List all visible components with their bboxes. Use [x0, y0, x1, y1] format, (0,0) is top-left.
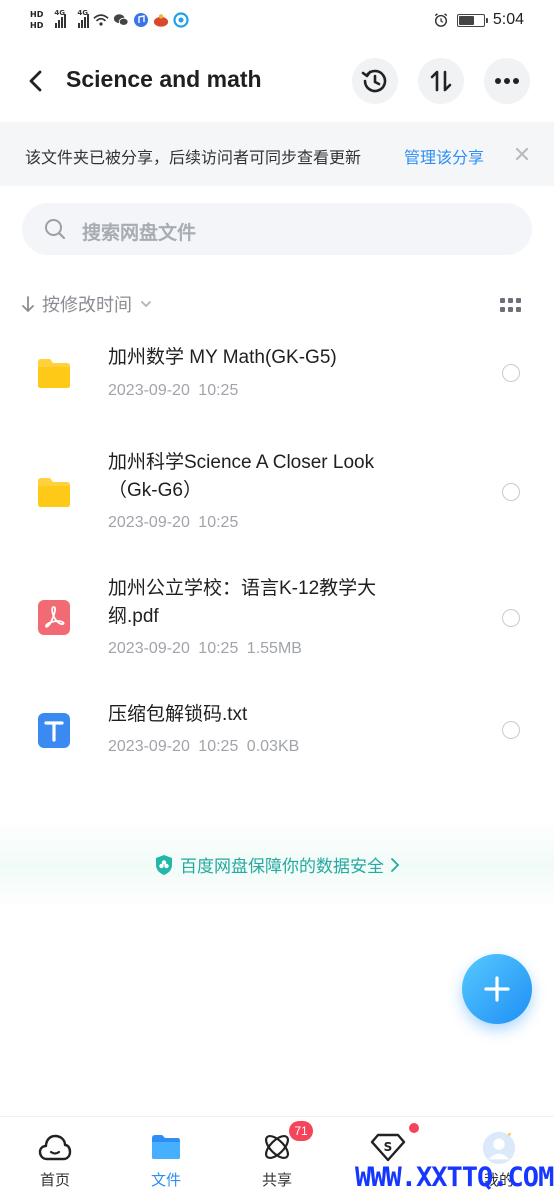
hd-label-1: HD — [30, 10, 44, 19]
file-time: 10:25 — [198, 738, 239, 755]
grid-icon — [500, 298, 505, 303]
chevron-down-icon — [141, 301, 151, 308]
file-name: 加州数学 MY Math(GK-G5) — [108, 347, 337, 368]
file-name: 加州科学Science A Closer Look（Gk-G6） — [108, 452, 375, 501]
file-meta: 2023-09-20 10:25 0.03KB — [108, 738, 299, 756]
select-checkbox[interactable] — [502, 364, 520, 382]
more-button[interactable] — [484, 58, 530, 104]
avatar-icon — [481, 1129, 517, 1165]
safety-text: 百度网盘保障你的数据安全 — [180, 857, 384, 877]
manage-share-link[interactable]: 管理该分享 — [404, 144, 484, 168]
file-time: 10:25 — [198, 514, 239, 531]
file-meta: 2023-09-20 10:25 1.55MB — [108, 640, 302, 658]
safety-banner[interactable]: 百度网盘保障你的数据安全 — [0, 820, 554, 910]
tab-label: 共享 — [261, 1171, 292, 1189]
folder-icon — [38, 359, 70, 388]
search-input[interactable]: 搜索网盘文件 — [22, 203, 532, 255]
file-date: 2023-09-20 — [108, 738, 190, 755]
close-icon — [515, 147, 529, 161]
wifi-icon — [93, 12, 109, 28]
share-banner: 该文件夹已被分享，后续访问者可同步查看更新 管理该分享 — [0, 122, 554, 186]
sort-selector[interactable]: 按修改时间 — [22, 288, 152, 320]
history-button[interactable] — [352, 58, 398, 104]
more-dots-icon — [495, 78, 519, 84]
share-badge: 71 — [289, 1121, 313, 1141]
status-bar: HD HD 4G 4G 5:04 — [0, 0, 554, 40]
file-date: 2023-09-20 — [108, 382, 190, 399]
shield-icon — [156, 854, 172, 875]
add-button[interactable] — [462, 954, 532, 1024]
network-label-2: 4G — [77, 9, 88, 17]
hd-label-2: HD — [30, 21, 44, 30]
sort-down-arrow-icon — [22, 296, 34, 312]
watermark: WWW.XXTTQ.COM — [355, 1162, 554, 1193]
file-date: 2023-09-20 — [108, 640, 190, 657]
select-checkbox[interactable] — [502, 483, 520, 501]
list-item[interactable]: 加州公立学校：语言K-12教学大纲.pdf 2023-09-20 10:25 1… — [0, 566, 554, 676]
safety-line: 百度网盘保障你的数据安全 — [0, 852, 554, 877]
back-arrow-icon — [29, 70, 42, 92]
file-size: 0.03KB — [246, 738, 300, 755]
pdf-icon — [38, 600, 70, 635]
sort-arrows-icon — [430, 70, 452, 92]
file-meta: 2023-09-20 10:25 — [108, 382, 238, 400]
search-placeholder: 搜索网盘文件 — [82, 222, 197, 244]
history-icon — [361, 69, 387, 93]
notification-dot — [409, 1123, 419, 1133]
file-meta: 2023-09-20 10:25 — [108, 514, 238, 532]
page-title: Science and math — [66, 66, 262, 92]
folder-tab-icon — [148, 1129, 184, 1165]
select-checkbox[interactable] — [502, 609, 520, 627]
plus-icon — [484, 976, 510, 1002]
search-icon — [45, 219, 66, 240]
signal-icon-1: 4G — [54, 9, 67, 28]
status-right: 5:04 — [433, 4, 524, 36]
sort-label: 按修改时间 — [42, 295, 132, 316]
file-time: 10:25 — [198, 382, 239, 399]
list-item[interactable]: 压缩包解锁码.txt 2023-09-20 10:25 0.03KB — [0, 692, 554, 782]
list-item[interactable]: 加州科学Science A Closer Look（Gk-G6） 2023-09… — [0, 440, 554, 550]
battery-icon — [456, 13, 488, 27]
tab-label: 文件 — [150, 1171, 181, 1189]
chevron-right-icon — [391, 857, 400, 872]
tab-home[interactable]: 首页 — [10, 1125, 100, 1195]
network-label-1: 4G — [54, 9, 65, 17]
game-app-icon — [153, 12, 169, 28]
status-time: 5:04 — [492, 11, 524, 28]
back-button[interactable] — [18, 61, 54, 101]
tab-label: 首页 — [39, 1171, 70, 1189]
file-size: 1.55MB — [246, 640, 302, 657]
cloud-home-icon — [37, 1129, 73, 1165]
grid-view-toggle[interactable] — [500, 298, 522, 312]
status-left: HD HD 4G 4G — [30, 4, 189, 36]
file-time: 10:25 — [198, 640, 239, 657]
tab-share[interactable]: 71 共享 — [232, 1121, 322, 1195]
hd-indicators: HD HD — [30, 10, 43, 30]
battery-level — [458, 15, 475, 25]
wechat-icon — [113, 12, 129, 28]
diamond-s-icon: S — [370, 1129, 406, 1165]
folder-icon — [38, 478, 70, 507]
alarm-icon — [433, 12, 449, 28]
close-banner-button[interactable] — [510, 142, 534, 166]
file-name: 加州公立学校：语言K-12教学大纲.pdf — [108, 578, 377, 627]
select-checkbox[interactable] — [502, 721, 520, 739]
music-app-icon — [133, 12, 149, 28]
sort-order-button[interactable] — [418, 58, 464, 104]
tab-files[interactable]: 文件 — [121, 1125, 211, 1195]
nav-bar: Science and math — [0, 44, 554, 118]
list-item[interactable]: 加州数学 MY Math(GK-G5) 2023-09-20 10:25 — [0, 330, 554, 430]
browser-app-icon — [173, 12, 189, 28]
txt-icon — [38, 713, 70, 748]
share-banner-text: 该文件夹已被分享，后续访问者可同步查看更新 — [25, 148, 362, 167]
signal-icon-2: 4G — [77, 9, 90, 28]
svg-text:S: S — [384, 1140, 393, 1154]
file-name: 压缩包解锁码.txt — [108, 704, 248, 725]
file-date: 2023-09-20 — [108, 514, 190, 531]
